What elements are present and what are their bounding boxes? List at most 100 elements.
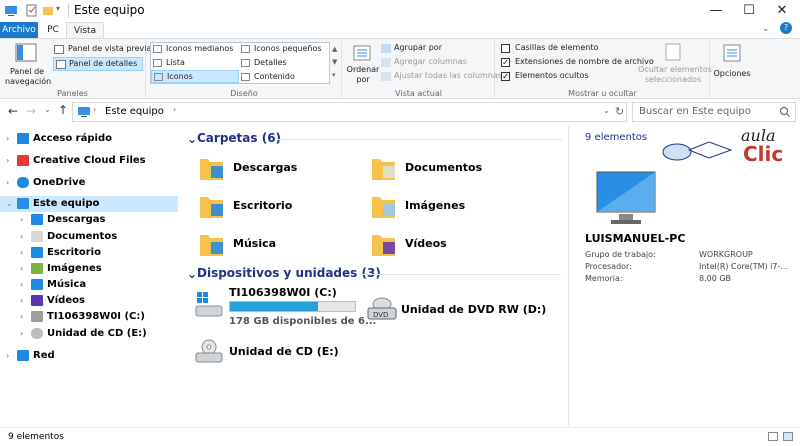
devices-section-header[interactable]: Dispositivos y unidades (3) — [197, 266, 381, 280]
chevron-right-icon[interactable]: › — [20, 293, 23, 309]
customize-quick-access-icon[interactable]: ▾ — [56, 4, 68, 17]
layout-details[interactable]: Detalles — [241, 58, 329, 70]
sidebar-item-documentos[interactable]: › Documentos — [0, 229, 178, 245]
chevron-right-icon[interactable]: › — [20, 309, 23, 325]
chevron-right-icon[interactable]: › — [20, 212, 23, 228]
refresh-icon[interactable]: ↻ — [615, 105, 624, 118]
chevron-down-icon[interactable]: ⌄ — [6, 196, 13, 212]
folder-video[interactable]: Vídeos — [371, 228, 536, 262]
layout-list[interactable]: Lista — [153, 58, 241, 70]
group-label-diseno: Diseño — [230, 89, 258, 98]
tab-archivo[interactable]: Archivo — [0, 22, 38, 38]
help-icon[interactable]: ? — [780, 22, 792, 34]
folder-label: Vídeos — [405, 237, 447, 250]
sidebar-item-acceso-r-pido[interactable]: › Acceso rápido — [0, 131, 178, 147]
breadcrumb[interactable]: Este equipo — [105, 106, 164, 117]
sidebar-item-unidad-de-cd-e[interactable]: › Unidad de CD (E:) — [0, 326, 178, 342]
folder-image[interactable]: Imágenes — [371, 190, 536, 224]
fit-columns-button[interactable]: Ajustar todas las columnas — [381, 71, 502, 83]
properties-icon[interactable] — [26, 4, 38, 17]
folder-document[interactable]: Documentos — [371, 152, 536, 186]
minimize-button[interactable]: — — [700, 0, 732, 22]
chevron-right-icon[interactable]: › — [20, 326, 23, 342]
video-folder-icon — [372, 235, 395, 256]
close-button[interactable]: ✕ — [766, 0, 798, 22]
sidebar-item-descargas[interactable]: › Descargas — [0, 212, 178, 228]
drive-icon — [31, 311, 43, 322]
checkbox-checked: ✓ — [501, 58, 510, 67]
chevron-right-icon[interactable]: › — [93, 105, 96, 114]
group-paneles: Panel de navegación Panel de vista previ… — [0, 39, 151, 99]
small-icons-icon — [241, 45, 250, 53]
chevron-right-icon[interactable]: › — [20, 261, 23, 277]
chevron-right-icon[interactable]: › — [6, 131, 9, 147]
tab-vista[interactable]: Vista — [66, 22, 104, 39]
window-icon[interactable] — [4, 4, 18, 17]
add-columns-button[interactable]: Agregar columnas — [381, 57, 491, 69]
sidebar-item-red[interactable]: › Red — [0, 348, 178, 364]
recent-locations-icon[interactable]: ⌄ — [44, 105, 51, 114]
up-icon[interactable]: ↑ — [58, 103, 68, 117]
sidebar-item-v-deos[interactable]: › Vídeos — [0, 293, 178, 309]
sidebar-item-label: Creative Cloud Files — [33, 155, 146, 166]
sidebar-item-ti106398w0i-c[interactable]: › TI106398W0I (C:) — [0, 309, 178, 325]
sidebar-item-escritorio[interactable]: › Escritorio — [0, 245, 178, 261]
back-icon[interactable]: ← — [8, 104, 18, 118]
chevron-right-icon[interactable]: › — [6, 348, 9, 364]
group-by-button[interactable]: Agrupar por — [381, 43, 491, 55]
options-button[interactable]: Opciones — [712, 41, 752, 87]
layout-icons[interactable]: Iconos — [151, 70, 239, 83]
drive-c-item[interactable]: TI106398W0I (C:) 178 GB disponibles de 6… — [195, 286, 376, 328]
content-icon — [241, 73, 250, 81]
chevron-right-icon[interactable]: › — [20, 229, 23, 245]
navigation-pane-button[interactable]: Panel de navegación — [5, 41, 51, 87]
tab-pc[interactable]: PC — [42, 22, 64, 38]
folders-section-header[interactable]: Carpetas (6) — [197, 131, 281, 145]
drive-cd-item[interactable]: Unidad de CD (E:) — [195, 336, 365, 366]
address-box[interactable]: › Este equipo › ⌄ ↻ — [72, 102, 627, 122]
layout-medium-icons[interactable]: Iconos medianos — [153, 44, 241, 56]
sidebar-item-creative-cloud-files[interactable]: › Creative Cloud Files — [0, 153, 178, 169]
chevron-right-icon[interactable]: › — [20, 277, 23, 293]
sidebar-item-onedrive[interactable]: › OneDrive — [0, 175, 178, 191]
chevron-right-icon[interactable]: › — [6, 153, 9, 169]
hide-selected-button[interactable]: Ocultar elementos seleccionados — [638, 41, 712, 87]
ribbon: Panel de navegación Panel de vista previ… — [0, 38, 800, 99]
hidden-items-toggle[interactable]: ✓ Elementos ocultos — [501, 71, 631, 83]
item-checkboxes-toggle[interactable]: Casillas de elemento — [501, 43, 631, 55]
sidebar-item-este-equipo[interactable]: ⌄ Este equipo — [0, 196, 178, 212]
folder-desktop[interactable]: Escritorio — [199, 190, 364, 224]
drive-usage-bar — [229, 301, 356, 312]
search-input[interactable]: Buscar en Este equipo — [639, 106, 751, 117]
large-icons-view-icon[interactable] — [783, 432, 793, 441]
section-chevron-icon[interactable]: ⌄ — [187, 132, 197, 146]
details-pane-button[interactable]: Panel de detalles — [53, 57, 143, 71]
sidebar-item-im-genes[interactable]: › Imágenes — [0, 261, 178, 277]
chevron-down-icon[interactable]: ⌄ — [603, 106, 610, 115]
gallery-scroll-icon[interactable]: ▲ ▼ ▾ — [332, 43, 337, 82]
sidebar-item-label: Documentos — [47, 231, 118, 242]
section-chevron-icon[interactable]: ⌄ — [187, 267, 197, 281]
chevron-right-icon[interactable]: › — [20, 245, 23, 261]
layout-content[interactable]: Contenido — [241, 72, 329, 84]
search-box[interactable]: Buscar en Este equipo — [632, 102, 796, 122]
expand-ribbon-icon[interactable]: ⌄ — [762, 24, 770, 34]
file-extensions-toggle[interactable]: ✓ Extensiones de nombre de archivo — [501, 57, 654, 69]
maximize-button[interactable]: ☐ — [733, 0, 765, 22]
sidebar-item-label: Este equipo — [33, 198, 100, 209]
chevron-right-icon[interactable]: › — [6, 175, 9, 191]
preview-pane-button[interactable]: Panel de vista previa — [54, 44, 151, 56]
checkbox-checked: ✓ — [501, 72, 510, 81]
chevron-right-icon[interactable]: › — [173, 105, 176, 114]
property-name: Memoria: — [585, 274, 623, 283]
folder-music[interactable]: Música — [199, 228, 364, 262]
layout-small-icons[interactable]: Iconos pequeños — [241, 44, 329, 56]
drive-dvd-item[interactable]: DVD Unidad de DVD RW (D:) — [367, 294, 557, 324]
sort-by-label: Ordenar por — [346, 65, 380, 84]
new-folder-icon[interactable] — [42, 4, 54, 17]
forward-icon[interactable]: → — [26, 104, 36, 118]
details-view-icon[interactable] — [768, 432, 778, 441]
sidebar-item-m-sica[interactable]: › Música — [0, 277, 178, 293]
folder-download[interactable]: Descargas — [199, 152, 364, 186]
sort-by-button[interactable]: Ordenar por — [345, 41, 379, 87]
